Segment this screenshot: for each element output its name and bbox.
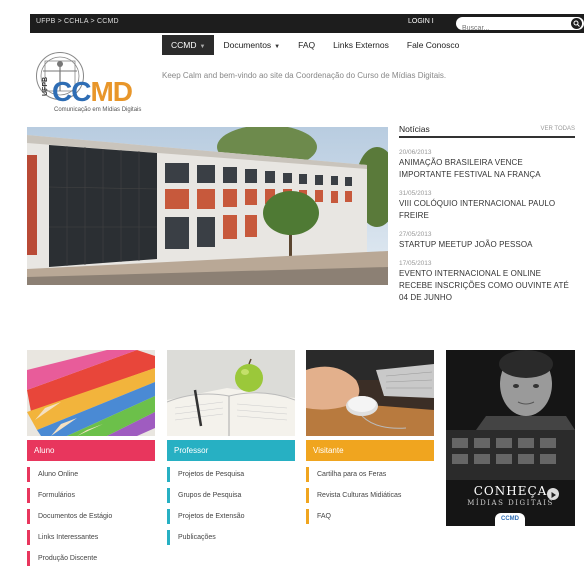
news-headline[interactable]: STARTUP MEETUP JOÃO PESSOA: [399, 239, 575, 251]
news-headline[interactable]: ANIMAÇÃO BRASILEIRA VENCE IMPORTANTE FES…: [399, 157, 575, 181]
link-publicacoes[interactable]: Publicações: [167, 530, 295, 545]
link-projetos-extensao[interactable]: Projetos de Extensão: [167, 509, 295, 524]
visitante-header[interactable]: Visitante: [306, 440, 434, 461]
logo-wordmark-part2: MD: [90, 76, 133, 107]
main-nav: CCMD ▼ Documentos ▼ FAQ Links Externos Fal…: [162, 35, 468, 55]
welcome-tagline: Keep Calm and bem-vindo ao site da Coord…: [162, 71, 447, 80]
news-item[interactable]: 20/06/2013 ANIMAÇÃO BRASILEIRA VENCE IMP…: [399, 149, 575, 181]
nav-ccmd-label: CCMD: [171, 40, 197, 50]
link-faq[interactable]: FAQ: [306, 509, 434, 524]
book-apple-image[interactable]: [167, 350, 295, 436]
news-date: 31/05/2013: [399, 190, 432, 197]
professor-header[interactable]: Professor: [167, 440, 295, 461]
promo-ccmd-badge: CCMD: [495, 513, 525, 526]
link-links-interessantes[interactable]: Links Interessantes: [27, 530, 155, 545]
mouse-hand-image[interactable]: [306, 350, 434, 436]
search-icon[interactable]: [571, 18, 582, 29]
news-headline[interactable]: VIII COLÓQUIO INTERNACIONAL PAULO FREIRE: [399, 198, 575, 222]
link-projetos-pesquisa[interactable]: Projetos de Pesquisa: [167, 467, 295, 482]
play-arrow-icon[interactable]: [547, 488, 559, 500]
colored-pencils-image[interactable]: [27, 350, 155, 436]
link-formularios[interactable]: Formulários: [27, 488, 155, 503]
news-headline[interactable]: EVENTO INTERNACIONAL E ONLINE RECEBE INS…: [399, 268, 575, 304]
search-input[interactable]: [456, 23, 564, 34]
site-logo[interactable]: UFPB CCMD Comunicação em Mídias Digitais: [36, 52, 156, 114]
logo-subtitle: Comunicação em Mídias Digitais: [54, 107, 142, 113]
logo-wordmark: CCMD: [52, 76, 133, 108]
nav-fale-conosco[interactable]: Fale Conosco: [398, 35, 468, 55]
nav-documentos-label: Documentos: [223, 40, 272, 50]
see-all-news-link[interactable]: VER TODAS: [541, 126, 575, 134]
aluno-header[interactable]: Aluno: [27, 440, 155, 461]
link-revista-culturas[interactable]: Revista Culturas Midiáticas: [306, 488, 434, 503]
nav-links-externos[interactable]: Links Externos: [324, 35, 398, 55]
link-grupos-pesquisa[interactable]: Grupos de Pesquisa: [167, 488, 295, 503]
breadcrumb[interactable]: UFPB > CCHLA > CCMD: [36, 18, 119, 25]
login-link[interactable]: LOGIN I: [408, 18, 434, 25]
news-header: Notícias VER TODAS: [399, 124, 575, 138]
link-cartilha-feras[interactable]: Cartilha para os Feras: [306, 467, 434, 482]
aluno-links: Aluno Online Formulários Documentos de E…: [27, 467, 155, 566]
logo-wordmark-part1: CC: [52, 76, 91, 107]
nav-documentos[interactable]: Documentos ▼: [214, 35, 289, 55]
news-item[interactable]: 31/05/2013 VIII COLÓQUIO INTERNACIONAL P…: [399, 190, 575, 222]
promo-banner[interactable]: CONHEÇA MÍDIAS DIGITAIS CCMD: [446, 350, 575, 526]
chevron-down-icon: ▼: [199, 44, 206, 50]
chevron-down-icon: ▼: [274, 44, 281, 50]
link-documentos-estagio[interactable]: Documentos de Estágio: [27, 509, 155, 524]
news-date: 27/05/2013: [399, 231, 432, 238]
link-aluno-online[interactable]: Aluno Online: [27, 467, 155, 482]
aluno-column: Aluno Aluno Online Formulários Documento…: [27, 350, 155, 568]
logo-ufpb-label: UFPB: [42, 76, 49, 96]
visitante-links: Cartilha para os Feras Revista Culturas …: [306, 467, 434, 524]
professor-column: Professor Projetos de Pesquisa Grupos de…: [167, 350, 295, 551]
hero-image[interactable]: [27, 127, 388, 285]
news-date: 20/06/2013: [399, 149, 432, 156]
news-panel: Notícias VER TODAS 20/06/2013 ANIMAÇÃO B…: [399, 124, 575, 304]
nav-faq[interactable]: FAQ: [289, 35, 324, 55]
nav-ccmd[interactable]: CCMD ▼: [162, 35, 215, 55]
news-item[interactable]: 17/05/2013 EVENTO INTERNACIONAL E ONLINE…: [399, 260, 575, 304]
search-box: [456, 17, 584, 34]
news-date: 17/05/2013: [399, 260, 432, 267]
visitante-column: Visitante Cartilha para os Feras Revista…: [306, 350, 434, 530]
top-bar: UFPB > CCHLA > CCMD LOGIN I: [30, 14, 584, 34]
news-item[interactable]: 27/05/2013 STARTUP MEETUP JOÃO PESSOA: [399, 231, 575, 251]
professor-links: Projetos de Pesquisa Grupos de Pesquisa …: [167, 467, 295, 545]
link-producao-discente[interactable]: Produção Discente: [27, 551, 155, 566]
news-title: Notícias: [399, 124, 430, 134]
